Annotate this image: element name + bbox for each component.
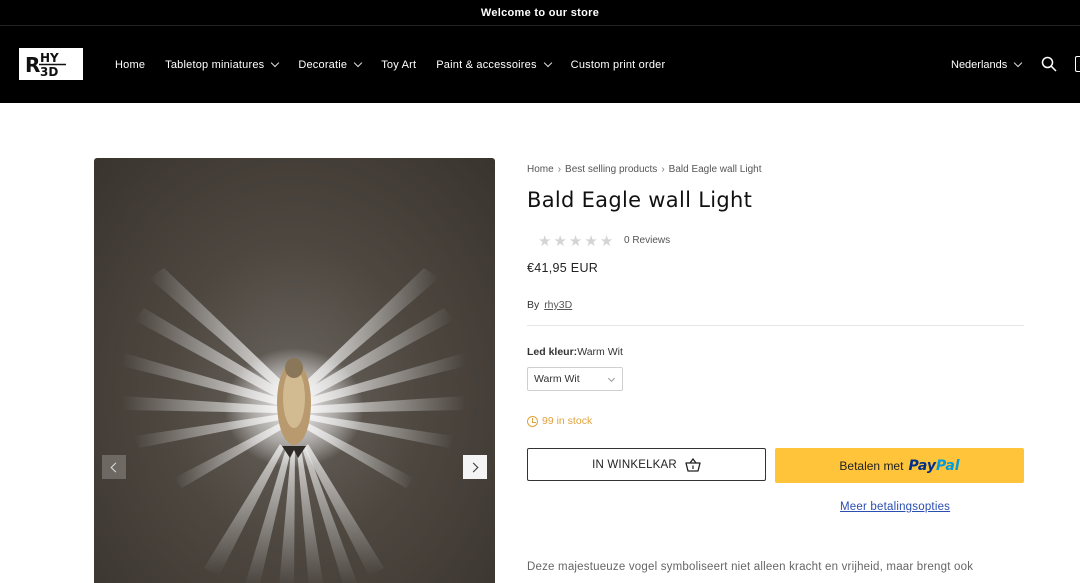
nav-label: Toy Art bbox=[381, 58, 417, 71]
vendor-label: By bbox=[527, 299, 540, 311]
nav-item-tabletop-miniatures[interactable]: Tabletop miniatures bbox=[165, 58, 280, 71]
gallery-next-button[interactable] bbox=[463, 455, 487, 479]
chevron-left-icon bbox=[110, 462, 121, 472]
gallery-prev-button[interactable] bbox=[102, 455, 126, 479]
chevron-down-icon bbox=[1014, 58, 1023, 68]
nav-item-toy-art[interactable]: Toy Art bbox=[381, 59, 416, 71]
reviews-count[interactable]: 0 Reviews bbox=[624, 235, 670, 246]
product-image bbox=[94, 158, 495, 583]
vendor-line: By rhy3D bbox=[527, 299, 572, 311]
nav-item-custom-print-order[interactable]: Custom print order bbox=[571, 59, 666, 71]
chevron-down-icon bbox=[353, 58, 363, 68]
nav-label: Custom print order bbox=[570, 58, 666, 71]
option-label: Led kleur:Warm Wit bbox=[527, 346, 623, 358]
breadcrumb: Home › Best selling products › Bald Eagl… bbox=[527, 164, 762, 175]
language-selector[interactable]: Nederlands bbox=[951, 26, 1023, 103]
eagle-light-image bbox=[122, 268, 466, 583]
product-title: Bald Eagle wall Light bbox=[527, 188, 753, 212]
clock-icon bbox=[527, 415, 538, 427]
paypal-button[interactable]: Betalen met PayPal bbox=[775, 448, 1024, 483]
select-value: Warm Wit bbox=[534, 373, 580, 385]
main-nav: Home Tabletop miniatures Decoratie Toy A… bbox=[115, 26, 685, 103]
search-icon[interactable] bbox=[1041, 56, 1057, 72]
breadcrumb-home[interactable]: Home bbox=[527, 164, 554, 175]
nav-item-home[interactable]: Home bbox=[115, 59, 145, 71]
chevron-down-icon bbox=[607, 374, 616, 383]
cart-icon[interactable] bbox=[1075, 56, 1080, 72]
nav-label: Decoratie bbox=[298, 58, 348, 71]
star-icon: ★ bbox=[599, 233, 614, 250]
more-payment-options-link[interactable]: Meer betalingsopties bbox=[840, 501, 950, 513]
logo[interactable]: R HY 3D bbox=[19, 48, 83, 80]
announcement-bar: Welcome to our store bbox=[0, 0, 1080, 26]
add-to-cart-button[interactable]: IN WINKELKAR bbox=[527, 448, 766, 481]
led-color-select[interactable]: Warm Wit bbox=[527, 367, 623, 391]
chevron-down-icon bbox=[543, 58, 552, 68]
product-description: Deze majestueuze vogel symboliseert niet… bbox=[527, 561, 974, 573]
nav-item-paint-accessoires[interactable]: Paint & accessoires bbox=[436, 58, 552, 71]
breadcrumb-best-selling[interactable]: Best selling products bbox=[565, 164, 657, 175]
paypal-logo: PayPal bbox=[908, 457, 960, 474]
logo-top: HY bbox=[40, 51, 59, 65]
rating-stars[interactable]: ★ ★ ★ ★ ★ bbox=[538, 232, 613, 250]
nav-label: Home bbox=[115, 58, 146, 71]
nav-label: Tabletop miniatures bbox=[165, 58, 265, 71]
logo-letter: R bbox=[25, 53, 40, 77]
chevron-down-icon bbox=[271, 58, 280, 68]
breadcrumb-current: Bald Eagle wall Light bbox=[668, 164, 762, 175]
stock-text: 99 in stock bbox=[542, 415, 593, 427]
logo-bottom: 3D bbox=[40, 65, 58, 79]
breadcrumb-separator: › bbox=[557, 164, 562, 175]
logo-mark: R HY 3D bbox=[25, 51, 66, 79]
divider bbox=[527, 325, 1024, 326]
announcement-text: Welcome to our store bbox=[480, 6, 600, 19]
site-header: R HY 3D Home Tabletop miniatures Decorat… bbox=[0, 26, 1080, 103]
vendor-link[interactable]: rhy3D bbox=[544, 299, 572, 311]
star-icon: ★ bbox=[553, 233, 567, 250]
option-name: Led kleur: bbox=[527, 346, 578, 358]
chevron-right-icon bbox=[468, 462, 479, 472]
option-current: Warm Wit bbox=[577, 346, 623, 358]
product-price: €41,95 EUR bbox=[527, 261, 599, 275]
language-label: Nederlands bbox=[951, 58, 1008, 71]
breadcrumb-separator: › bbox=[661, 164, 665, 175]
stock-status: 99 in stock bbox=[527, 415, 592, 427]
basket-icon bbox=[685, 457, 701, 472]
add-to-cart-label: IN WINKELKAR bbox=[592, 458, 677, 471]
star-icon: ★ bbox=[538, 233, 552, 250]
star-icon: ★ bbox=[568, 233, 583, 250]
star-icon: ★ bbox=[584, 233, 598, 250]
paypal-prefix: Betalen met bbox=[839, 458, 904, 473]
nav-item-decoratie[interactable]: Decoratie bbox=[298, 58, 363, 71]
nav-label: Paint & accessoires bbox=[436, 58, 537, 71]
